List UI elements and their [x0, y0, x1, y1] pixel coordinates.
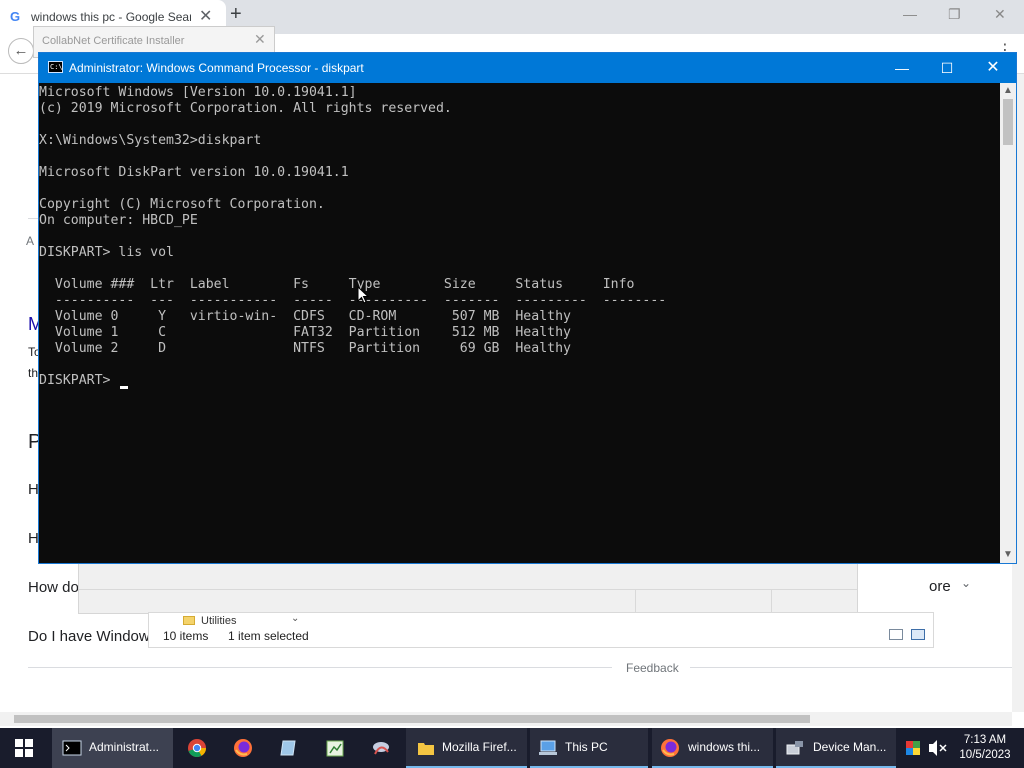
device-manager-icon [786, 741, 803, 755]
cmd-window-title: Administrator: Windows Command Processor… [69, 61, 364, 75]
console-text[interactable]: Microsoft Windows [Version 10.0.19041.1]… [39, 85, 666, 389]
taskbar-item-device-manager[interactable]: Device Man... [776, 728, 896, 768]
details-view-icon[interactable] [889, 629, 903, 640]
related-question[interactable]: Do I have Window [28, 628, 150, 645]
tab-close-icon[interactable]: ✕ [199, 6, 212, 26]
maximize-icon[interactable]: ☐ [924, 53, 970, 83]
divider [771, 590, 772, 614]
divider [28, 667, 612, 668]
taskbar-item-chrome[interactable] [176, 728, 218, 768]
divider [79, 589, 857, 590]
scrollbar-thumb[interactable] [14, 715, 810, 723]
taskbar-item-spreadsheet[interactable] [314, 728, 356, 768]
browser-horizontal-scrollbar[interactable] [0, 712, 1012, 726]
taskbar-item-label: Administrat... [89, 740, 160, 754]
large-icons-view-icon[interactable] [911, 629, 925, 640]
firefox-icon [234, 739, 252, 757]
browser-close-icon[interactable]: ✕ [994, 6, 1006, 23]
taskbar-item-this-pc[interactable]: This PC [530, 728, 648, 768]
chrome-icon [188, 739, 206, 758]
taskbar-clock[interactable]: 7:13 AM 10/5/2023 [952, 733, 1018, 763]
windows-logo-icon [15, 739, 33, 757]
browser-minimize-icon[interactable]: — [903, 6, 917, 22]
related-question[interactable]: How do [28, 579, 79, 596]
page-fragment: A [26, 234, 35, 248]
console-app-icon [62, 740, 82, 756]
firefox-icon [661, 739, 679, 757]
console-app-icon[interactable]: C:\ [48, 61, 63, 73]
scrollbar-thumb[interactable] [1003, 99, 1013, 145]
tool-icon [373, 742, 389, 755]
taskbar-item-label: windows thi... [688, 740, 761, 754]
taskbar-item-mozilla-firefox[interactable]: Mozilla Firef... [406, 728, 527, 768]
items-count: 10 items [163, 629, 209, 643]
taskbar-item-label: Device Man... [813, 740, 887, 754]
dialog-title: CollabNet Certificate Installer [42, 35, 185, 47]
notepad-icon [280, 740, 296, 756]
cmd-titlebar[interactable]: C:\ Administrator: Windows Command Proce… [39, 53, 1016, 83]
chevron-down-icon[interactable]: ⌄ [291, 613, 299, 624]
scroll-up-icon[interactable]: ▲ [1003, 85, 1013, 96]
folder-icon [183, 616, 195, 625]
folder-label[interactable]: Utilities [201, 615, 236, 627]
command-prompt-window[interactable]: C:\ Administrator: Windows Command Proce… [38, 52, 1017, 564]
computer-icon [539, 740, 557, 755]
taskbar-item-command-prompt[interactable]: Administrat... [52, 728, 173, 768]
taskbar-item-firefox[interactable] [222, 728, 264, 768]
taskbar-item-windows-search[interactable]: windows thi... [652, 728, 773, 768]
mouse-pointer-icon [357, 286, 369, 304]
clock-time: 7:13 AM [963, 734, 1007, 746]
google-g-icon: G [10, 9, 21, 24]
start-button[interactable] [0, 728, 48, 768]
new-tab-icon[interactable]: + [230, 3, 242, 26]
chevron-down-icon[interactable]: ⌄ [961, 576, 971, 590]
clock-date: 10/5/2023 [959, 749, 1011, 761]
color-tray-icon[interactable] [903, 728, 923, 768]
close-icon[interactable]: ✕ [254, 31, 266, 48]
console-scrollbar[interactable]: ▲ ▼ [1000, 83, 1016, 563]
selection-status: 1 item selected [228, 629, 309, 643]
divider [690, 667, 1012, 668]
this-pc-explorer-window: Utilities ⌄ 10 items 1 item selected [148, 612, 934, 648]
browser-tab-title: windows this pc - Google Search [31, 10, 191, 24]
device-manager-window [78, 562, 858, 614]
taskbar-item-notepad[interactable] [268, 728, 310, 768]
taskbar-item-registry-tool[interactable] [360, 728, 402, 768]
text-cursor [120, 386, 128, 389]
page-fragment: th [28, 366, 39, 380]
console-output-area[interactable]: Microsoft Windows [Version 10.0.19041.1]… [39, 83, 1000, 563]
minimize-icon[interactable]: — [879, 53, 925, 83]
taskbar-item-label: Mozilla Firef... [442, 740, 517, 754]
close-icon[interactable]: ✕ [970, 53, 1016, 83]
windows-taskbar: Administrat... Mozilla Firef... This PC … [0, 728, 1024, 768]
spreadsheet-icon [326, 740, 344, 757]
volume-muted-icon[interactable] [926, 728, 948, 768]
browser-restore-icon[interactable]: ❐ [948, 6, 961, 23]
feedback-link[interactable]: Feedback [626, 661, 679, 675]
scroll-down-icon[interactable]: ▼ [1003, 549, 1013, 560]
more-link[interactable]: ore [929, 578, 951, 595]
folder-icon [418, 743, 434, 755]
divider [635, 590, 636, 614]
back-arrow-icon[interactable]: ← [8, 38, 34, 64]
taskbar-item-label: This PC [565, 740, 608, 754]
